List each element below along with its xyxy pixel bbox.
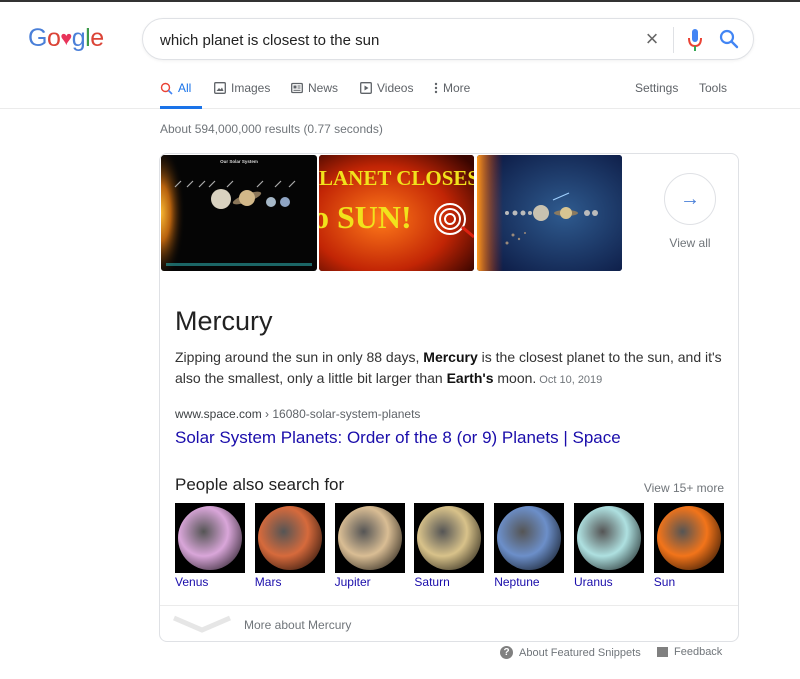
newspaper-icon xyxy=(291,82,303,94)
people-also-search-item[interactable]: Sun xyxy=(653,503,724,589)
planet-label: Uranus xyxy=(574,575,613,589)
planet-thumbnail xyxy=(175,503,245,573)
thumb-caption: o SUN! xyxy=(319,199,412,235)
search-icon xyxy=(160,82,173,95)
planet-thumbnail xyxy=(414,503,485,573)
view-more-link[interactable]: View 15+ more xyxy=(644,481,724,495)
view-all-label[interactable]: View all xyxy=(658,236,722,250)
view-all-button[interactable]: → xyxy=(664,173,716,225)
tab-news[interactable]: News xyxy=(291,81,338,109)
snippet-date: Oct 10, 2019 xyxy=(539,374,603,386)
result-title-link[interactable]: Solar System Planets: Order of the 8 (or… xyxy=(175,428,621,448)
tools-link[interactable]: Tools xyxy=(699,81,727,109)
play-icon xyxy=(360,82,372,94)
search-box: × xyxy=(142,18,754,60)
answer-title: Mercury xyxy=(175,306,273,336)
window-top-border xyxy=(0,0,800,2)
people-also-search-item[interactable]: Neptune xyxy=(494,503,565,589)
planet-label: Sun xyxy=(653,575,676,589)
image-strip: Our Solar System LANET CLOSES o SUN! → V… xyxy=(160,154,738,272)
chevron-down-icon xyxy=(173,615,231,633)
about-snippets-link[interactable]: ? About Featured Snippets xyxy=(500,646,641,659)
planet-label: Venus xyxy=(175,575,209,589)
thumb-caption: Our Solar System xyxy=(220,159,258,164)
tab-videos[interactable]: Videos xyxy=(360,81,413,109)
people-also-search-title: People also search for xyxy=(175,475,345,494)
tab-images[interactable]: Images xyxy=(214,81,270,109)
image-thumb-planet-row[interactable] xyxy=(477,155,622,271)
people-also-search-list: Venus Mars Jupiter Saturn Neptune Uranus Sun xyxy=(175,503,735,593)
microphone-icon[interactable] xyxy=(685,27,705,53)
planet-label: Mars xyxy=(254,575,282,589)
more-about-button[interactable]: More about Mercury xyxy=(160,605,738,641)
planet-thumbnail xyxy=(653,503,724,573)
planet-label: Neptune xyxy=(494,575,540,589)
tab-more[interactable]: More xyxy=(434,81,470,109)
arrow-right-icon: → xyxy=(680,187,700,210)
settings-link[interactable]: Settings xyxy=(635,81,678,109)
search-input[interactable] xyxy=(160,29,620,51)
featured-snippet-card: Our Solar System LANET CLOSES o SUN! → V… xyxy=(159,153,739,642)
result-url: www.space.com › 16080-solar-system-plane… xyxy=(175,407,421,421)
more-vert-icon xyxy=(434,82,438,94)
people-also-search-item[interactable]: Mars xyxy=(254,503,325,589)
image-thumb-solar-system[interactable]: Our Solar System xyxy=(161,155,317,271)
search-tabs: All Images News Videos More Settings Too… xyxy=(0,78,800,109)
thumb-caption: LANET CLOSES xyxy=(319,166,474,190)
image-icon xyxy=(214,82,226,94)
people-also-search-item[interactable]: Jupiter xyxy=(334,503,405,589)
close-icon[interactable]: × xyxy=(641,28,663,50)
heart-icon: ♥ xyxy=(60,28,72,50)
google-logo[interactable]: Go♥gle xyxy=(28,24,104,53)
snippet-text: Zipping around the sun in only 88 days, … xyxy=(175,349,722,386)
tab-all[interactable]: All xyxy=(160,81,202,109)
image-thumb-planet-closest[interactable]: LANET CLOSES o SUN! xyxy=(319,155,474,271)
help-icon: ? xyxy=(500,646,513,659)
people-also-search-item[interactable]: Venus xyxy=(175,503,245,589)
result-stats: About 594,000,000 results (0.77 seconds) xyxy=(160,122,383,136)
people-also-search-item[interactable]: Saturn xyxy=(414,503,485,589)
planet-label: Jupiter xyxy=(334,575,371,589)
planet-label: Saturn xyxy=(414,575,450,589)
search-icon[interactable] xyxy=(718,28,740,50)
planet-thumbnail xyxy=(574,503,644,573)
people-also-search-item[interactable]: Uranus xyxy=(574,503,644,589)
planet-thumbnail xyxy=(334,503,405,573)
feedback-icon xyxy=(657,647,668,657)
planet-thumbnail xyxy=(254,503,325,573)
search-divider xyxy=(673,27,674,53)
feedback-link[interactable]: Feedback xyxy=(657,646,722,658)
planet-thumbnail xyxy=(494,503,565,573)
